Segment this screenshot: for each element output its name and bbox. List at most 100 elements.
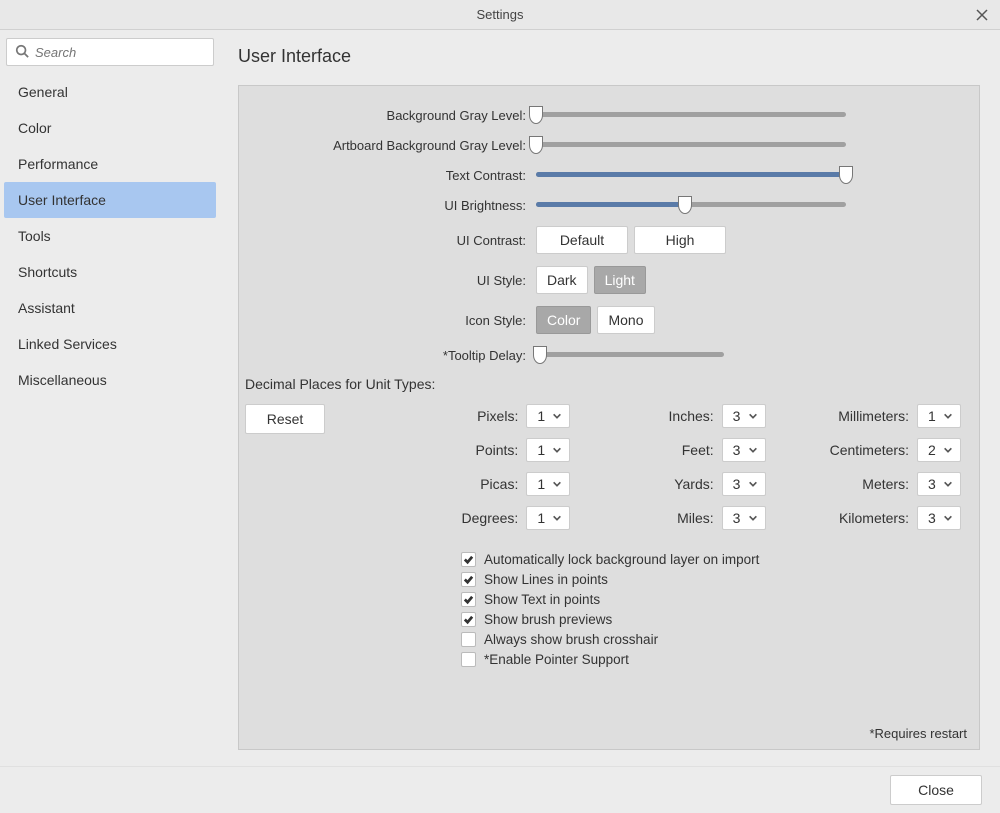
check-label-0: Automatically lock background layer on i… — [484, 552, 759, 567]
check-row-4: Always show brush crosshair — [461, 632, 961, 647]
unit-row-degrees: Degrees: 1 — [415, 506, 570, 530]
sidebar: GeneralColorPerformanceUser InterfaceToo… — [0, 30, 220, 766]
ui-style-group: Dark Light — [536, 266, 646, 294]
unit-select-millimeters[interactable]: 1 — [917, 404, 961, 428]
unit-select-kilometers[interactable]: 3 — [917, 506, 961, 530]
sidebar-item-assistant[interactable]: Assistant — [0, 290, 220, 326]
unit-value-picas: 1 — [537, 476, 549, 492]
sidebar-item-miscellaneous[interactable]: Miscellaneous — [0, 362, 220, 398]
unit-label-degrees: Degrees: — [462, 510, 519, 526]
unit-value-yards: 3 — [733, 476, 745, 492]
unit-value-pixels: 1 — [537, 408, 549, 424]
unit-value-kilometers: 3 — [928, 510, 940, 526]
bg-gray-slider[interactable] — [536, 106, 846, 124]
text-contrast-slider[interactable] — [536, 166, 846, 184]
unit-value-points: 1 — [537, 442, 549, 458]
ui-style-dark[interactable]: Dark — [536, 266, 588, 294]
check-label-2: Show Text in points — [484, 592, 600, 607]
unit-row-meters: Meters:3 — [806, 472, 961, 496]
check-row-2: Show Text in points — [461, 592, 961, 607]
checkbox-5[interactable] — [461, 652, 476, 667]
check-row-5: *Enable Pointer Support — [461, 652, 961, 667]
unit-select-miles[interactable]: 3 — [722, 506, 766, 530]
chevron-down-icon — [940, 408, 956, 424]
chevron-down-icon — [549, 408, 565, 424]
sidebar-item-tools[interactable]: Tools — [0, 218, 220, 254]
check-row-1: Show Lines in points — [461, 572, 961, 587]
checkbox-2[interactable] — [461, 592, 476, 607]
check-label-3: Show brush previews — [484, 612, 612, 627]
sidebar-item-general[interactable]: General — [0, 74, 220, 110]
unit-row-inches: Inches:3 — [610, 404, 765, 428]
artboard-bg-gray-slider[interactable] — [536, 136, 846, 154]
chevron-down-icon — [549, 510, 565, 526]
sidebar-item-user-interface[interactable]: User Interface — [4, 182, 216, 218]
unit-select-feet[interactable]: 3 — [722, 438, 766, 462]
ui-contrast-high[interactable]: High — [634, 226, 726, 254]
unit-select-inches[interactable]: 3 — [722, 404, 766, 428]
icon-style-mono[interactable]: Mono — [597, 306, 654, 334]
bg-gray-label: Background Gray Level: — [241, 108, 536, 123]
sidebar-item-linked-services[interactable]: Linked Services — [0, 326, 220, 362]
unit-label-yards: Yards: — [674, 476, 713, 492]
check-label-1: Show Lines in points — [484, 572, 608, 587]
unit-row-centimeters: Centimeters: 2 — [806, 438, 961, 462]
page-title: User Interface — [238, 46, 980, 67]
unit-value-miles: 3 — [733, 510, 745, 526]
unit-row-kilometers: Kilometers: 3 — [806, 506, 961, 530]
checkbox-3[interactable] — [461, 612, 476, 627]
ui-contrast-label: UI Contrast: — [241, 233, 536, 248]
unit-select-centimeters[interactable]: 2 — [917, 438, 961, 462]
ui-brightness-slider[interactable] — [536, 196, 846, 214]
ui-style-label: UI Style: — [241, 273, 536, 288]
close-button[interactable]: Close — [890, 775, 982, 805]
unit-select-yards[interactable]: 3 — [722, 472, 766, 496]
unit-row-feet: Feet:3 — [610, 438, 765, 462]
check-row-3: Show brush previews — [461, 612, 961, 627]
tooltip-delay-slider[interactable] — [536, 346, 724, 364]
unit-value-degrees: 1 — [537, 510, 549, 526]
sidebar-item-color[interactable]: Color — [0, 110, 220, 146]
unit-label-picas: Picas: — [480, 476, 518, 492]
unit-select-picas[interactable]: 1 — [526, 472, 570, 496]
unit-value-centimeters: 2 — [928, 442, 940, 458]
chevron-down-icon — [745, 510, 761, 526]
search-input[interactable] — [35, 45, 213, 60]
artboard-bg-gray-label: Artboard Background Gray Level: — [241, 138, 536, 153]
unit-row-picas: Picas: 1 — [415, 472, 570, 496]
reset-button[interactable]: Reset — [245, 404, 325, 434]
unit-select-points[interactable]: 1 — [526, 438, 570, 462]
chevron-down-icon — [940, 442, 956, 458]
decimal-section-label: Decimal Places for Unit Types: — [241, 376, 961, 392]
unit-value-meters: 3 — [928, 476, 940, 492]
ui-contrast-default[interactable]: Default — [536, 226, 628, 254]
unit-value-feet: 3 — [733, 442, 745, 458]
unit-label-millimeters: Millimeters: — [838, 408, 909, 424]
sidebar-item-performance[interactable]: Performance — [0, 146, 220, 182]
search-icon — [15, 44, 35, 61]
search-box[interactable] — [6, 38, 214, 66]
unit-label-kilometers: Kilometers: — [839, 510, 909, 526]
unit-value-millimeters: 1 — [928, 408, 940, 424]
checkbox-0[interactable] — [461, 552, 476, 567]
icon-style-color[interactable]: Color — [536, 306, 591, 334]
checkbox-4[interactable] — [461, 632, 476, 647]
unit-select-meters[interactable]: 3 — [917, 472, 961, 496]
unit-row-millimeters: Millimeters: 1 — [806, 404, 961, 428]
text-contrast-label: Text Contrast: — [241, 168, 536, 183]
restart-note: *Requires restart — [869, 726, 967, 741]
sidebar-item-shortcuts[interactable]: Shortcuts — [0, 254, 220, 290]
ui-style-light[interactable]: Light — [594, 266, 646, 294]
checkbox-1[interactable] — [461, 572, 476, 587]
check-label-4: Always show brush crosshair — [484, 632, 658, 647]
unit-select-degrees[interactable]: 1 — [526, 506, 570, 530]
settings-panel: Background Gray Level: Artboard Backgrou… — [238, 85, 980, 750]
unit-label-centimeters: Centimeters: — [830, 442, 909, 458]
titlebar-title: Settings — [477, 7, 524, 22]
icon-style-group: Color Mono — [536, 306, 655, 334]
unit-row-miles: Miles:3 — [610, 506, 765, 530]
close-icon[interactable] — [972, 5, 992, 25]
unit-select-pixels[interactable]: 1 — [526, 404, 570, 428]
chevron-down-icon — [940, 510, 956, 526]
check-label-5: *Enable Pointer Support — [484, 652, 629, 667]
